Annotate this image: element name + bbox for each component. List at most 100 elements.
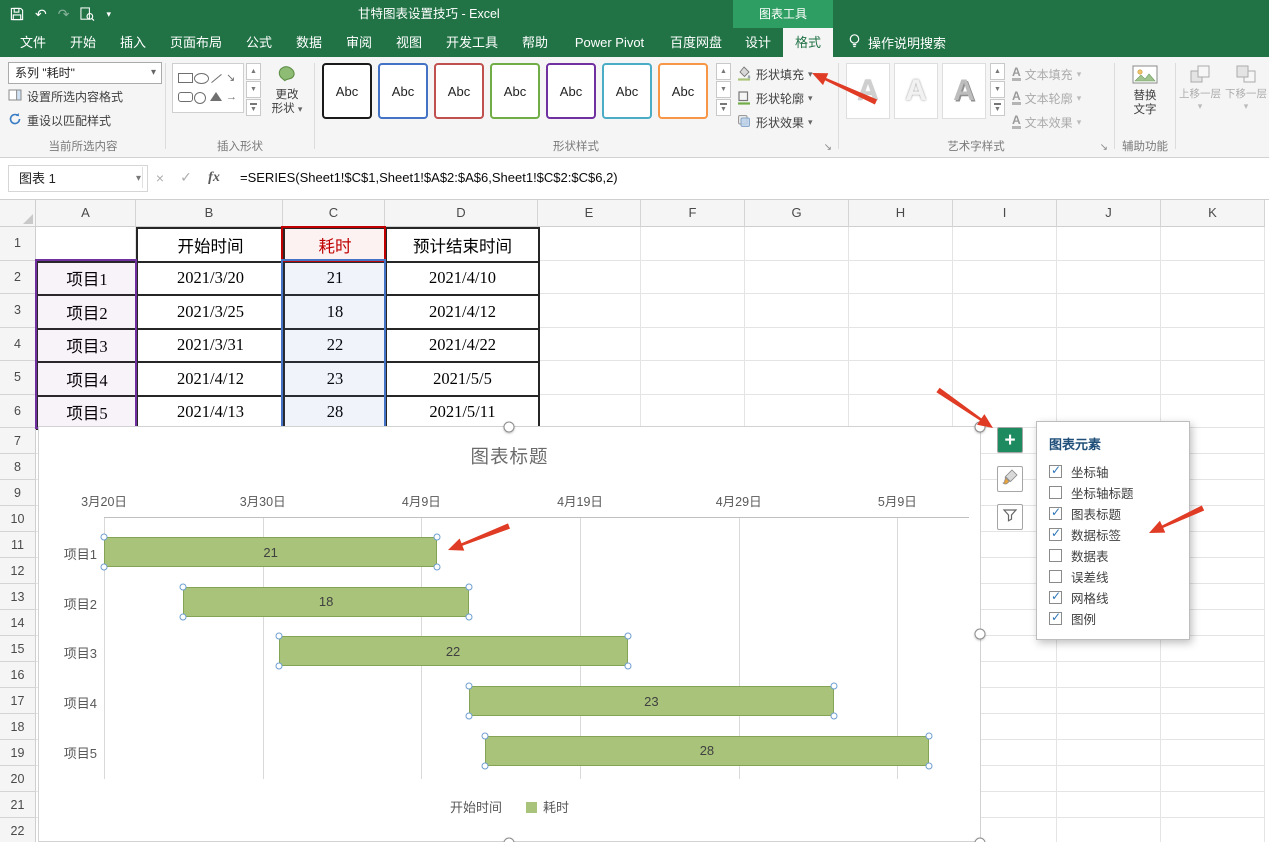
- text-outline-button[interactable]: A 文本轮廓 ▾: [1012, 88, 1081, 108]
- column-header-c[interactable]: C: [283, 199, 385, 227]
- column-header-d[interactable]: D: [385, 199, 538, 227]
- shape-style-preview-5[interactable]: Abc: [546, 63, 596, 119]
- chart-legend[interactable]: 开始时间 耗时: [39, 797, 980, 816]
- column-header-e[interactable]: E: [538, 199, 641, 227]
- cell-C6[interactable]: 28: [283, 394, 387, 430]
- row-header-14[interactable]: 14: [0, 610, 36, 636]
- dialog-launcher-icon[interactable]: ↘: [824, 143, 832, 153]
- save-icon[interactable]: [10, 7, 24, 21]
- row-header-9[interactable]: 9: [0, 480, 36, 506]
- wordart-style-preview-2[interactable]: A: [894, 63, 938, 119]
- row-header-3[interactable]: 3: [0, 294, 36, 328]
- tell-me-box[interactable]: 操作说明搜索: [848, 28, 946, 57]
- chart-element-item-3[interactable]: 图表标题: [1037, 503, 1189, 524]
- enter-icon[interactable]: ✓: [174, 165, 198, 190]
- row-header-20[interactable]: 20: [0, 766, 36, 792]
- scroll-down-icon[interactable]: ▼: [716, 81, 731, 98]
- scroll-up-icon[interactable]: ▲: [246, 63, 261, 80]
- cell-C1[interactable]: 耗时: [283, 227, 387, 263]
- gallery-more-icon[interactable]: ▼: [246, 99, 261, 116]
- row-header-6[interactable]: 6: [0, 394, 36, 428]
- down-right-arrow-icon[interactable]: ↘: [226, 73, 235, 84]
- gantt-bar-2[interactable]: 18: [183, 586, 469, 617]
- row-header-15[interactable]: 15: [0, 636, 36, 662]
- send-backward-button[interactable]: 下移一层 ▾: [1224, 65, 1268, 112]
- gantt-bar-5[interactable]: 28: [484, 735, 930, 766]
- row-header-13[interactable]: 13: [0, 584, 36, 610]
- triangle-icon[interactable]: [210, 92, 222, 101]
- cell-B4[interactable]: 2021/3/31: [136, 327, 285, 363]
- row-header-17[interactable]: 17: [0, 688, 36, 714]
- tab-page-layout[interactable]: 页面布局: [158, 28, 234, 57]
- cell-A6[interactable]: 项目5: [36, 394, 138, 430]
- chart-element-item-2[interactable]: 坐标轴标题: [1037, 482, 1189, 503]
- cell-B6[interactable]: 2021/4/13: [136, 394, 285, 430]
- gallery-more-icon[interactable]: ▼: [716, 99, 731, 116]
- cell-B1[interactable]: 开始时间: [136, 227, 285, 263]
- row-header-11[interactable]: 11: [0, 532, 36, 558]
- cell-A5[interactable]: 项目4: [36, 361, 138, 397]
- cell-D6[interactable]: 2021/5/11: [385, 394, 540, 430]
- cell-B2[interactable]: 2021/3/20: [136, 260, 285, 296]
- cell-D1[interactable]: 预计结束时间: [385, 227, 540, 263]
- formula-input[interactable]: =SERIES(Sheet1!$C$1,Sheet1!$A$2:$A$6,She…: [240, 165, 618, 190]
- row-header-8[interactable]: 8: [0, 454, 36, 480]
- insert-function-icon[interactable]: fx: [202, 165, 226, 190]
- tab-home[interactable]: 开始: [58, 28, 108, 57]
- tab-data[interactable]: 数据: [284, 28, 334, 57]
- checkbox-4[interactable]: [1049, 526, 1062, 541]
- text-fill-button[interactable]: A 文本填充 ▾: [1012, 64, 1081, 84]
- gallery-more-icon[interactable]: ▼: [990, 99, 1005, 116]
- wordart-style-preview-1[interactable]: A: [846, 63, 890, 119]
- row-header-5[interactable]: 5: [0, 361, 36, 395]
- scroll-down-icon[interactable]: ▼: [246, 81, 261, 98]
- chart-element-item-5[interactable]: 数据表: [1037, 545, 1189, 566]
- right-arrow-icon[interactable]: →: [226, 92, 237, 103]
- tab-baidu-netdisk[interactable]: 百度网盘: [659, 28, 733, 57]
- shape-style-preview-3[interactable]: Abc: [434, 63, 484, 119]
- checkbox-2[interactable]: [1049, 486, 1062, 499]
- shapes-gallery[interactable]: ↘ →: [172, 63, 244, 113]
- checkbox-3[interactable]: [1049, 505, 1062, 520]
- checkbox-1[interactable]: [1049, 463, 1062, 478]
- chart-element-item-6[interactable]: 误差线: [1037, 566, 1189, 587]
- row-header-12[interactable]: 12: [0, 558, 36, 584]
- row-header-7[interactable]: 7: [0, 428, 36, 454]
- cell-A2[interactable]: 项目1: [36, 260, 138, 296]
- row-header-18[interactable]: 18: [0, 714, 36, 740]
- redo-icon[interactable]: ↷: [58, 7, 70, 21]
- shape-fill-button[interactable]: 形状填充 ▾: [736, 64, 813, 84]
- tab-insert[interactable]: 插入: [108, 28, 158, 57]
- change-shape-button[interactable]: 更改 形状 ▾: [264, 63, 310, 116]
- diagonal-line-icon[interactable]: [211, 73, 222, 84]
- chart-element-item-4[interactable]: 数据标签: [1037, 524, 1189, 545]
- reset-to-match-style-button[interactable]: 重设以匹配样式: [8, 110, 111, 131]
- column-header-j[interactable]: J: [1057, 199, 1161, 227]
- cell-D5[interactable]: 2021/5/5: [385, 361, 540, 397]
- tab-developer[interactable]: 开发工具: [434, 28, 510, 57]
- checkbox-6[interactable]: [1049, 570, 1062, 583]
- chart-element-item-8[interactable]: 图例: [1037, 608, 1189, 629]
- cell-A1[interactable]: [37, 228, 137, 262]
- checkbox-5[interactable]: [1049, 549, 1062, 562]
- rectangle-icon[interactable]: [178, 73, 193, 83]
- cell-C3[interactable]: 18: [283, 294, 387, 330]
- row-header-19[interactable]: 19: [0, 740, 36, 766]
- tab-file[interactable]: 文件: [8, 28, 58, 57]
- cancel-icon[interactable]: ×: [148, 165, 172, 190]
- gantt-bar-1[interactable]: 21: [104, 537, 438, 567]
- tab-help[interactable]: 帮助: [510, 28, 560, 57]
- chart-selection-handle[interactable]: [503, 421, 515, 433]
- tab-view[interactable]: 视图: [384, 28, 434, 57]
- cell-B5[interactable]: 2021/4/12: [136, 361, 285, 397]
- tab-design[interactable]: 设计: [733, 28, 783, 57]
- shape-outline-button[interactable]: 形状轮廓 ▾: [736, 88, 813, 108]
- chart-selection-handle[interactable]: [503, 837, 515, 842]
- cell-C4[interactable]: 22: [283, 327, 387, 363]
- chart-element-selector-dropdown[interactable]: 系列 "耗时" ▾: [8, 62, 162, 84]
- text-effects-button[interactable]: A 文本效果 ▾: [1012, 112, 1081, 132]
- chart-styles-button[interactable]: [997, 466, 1023, 492]
- row-header-4[interactable]: 4: [0, 327, 36, 361]
- tab-formulas[interactable]: 公式: [234, 28, 284, 57]
- chart-title[interactable]: 图表标题: [39, 443, 980, 469]
